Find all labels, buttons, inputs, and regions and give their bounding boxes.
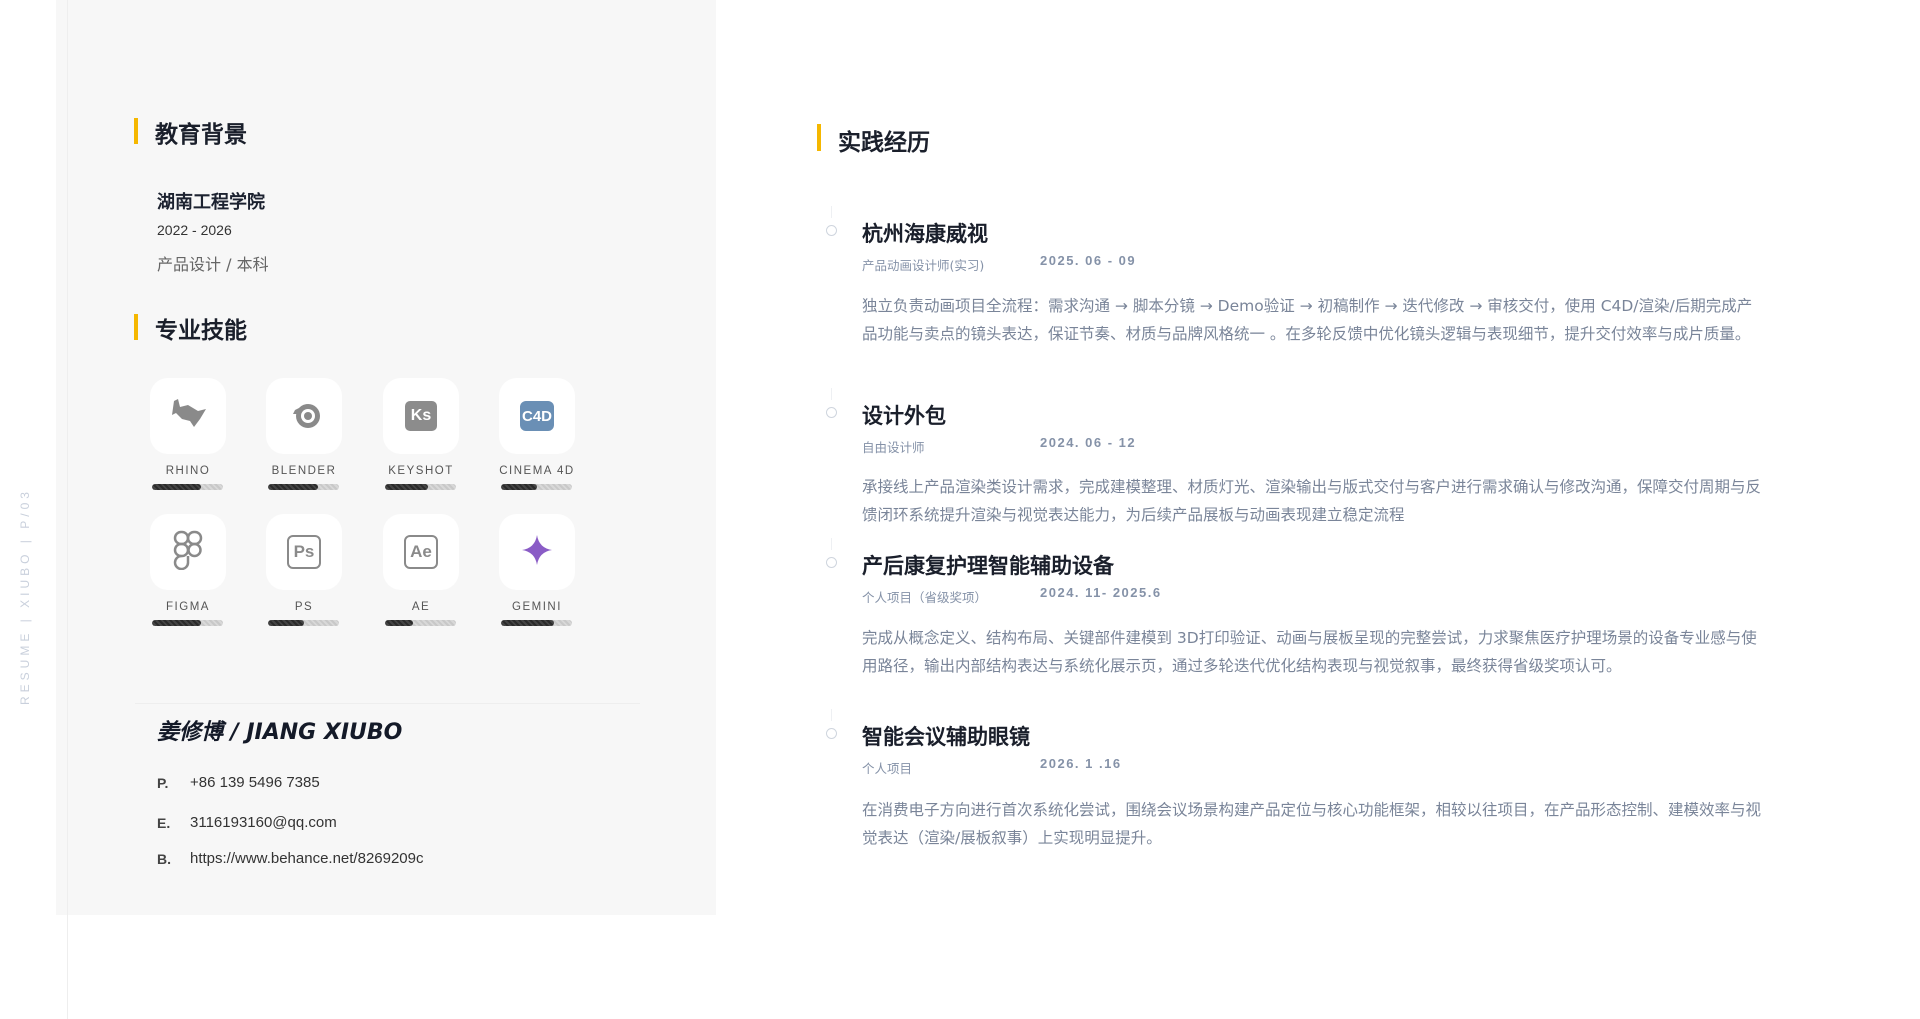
skill-level-bar — [385, 620, 456, 626]
skill-level-fill — [501, 620, 555, 626]
skill-label: FIGMA — [166, 601, 210, 613]
skill-level-bar — [152, 484, 223, 490]
experience-title: 设计外包 — [862, 404, 946, 428]
skill-level-bar — [501, 484, 572, 490]
experience-role: 自由设计师 — [862, 440, 925, 455]
side-label: RESUME | XIUBO | P/03 — [18, 488, 32, 705]
skill-level-bar — [268, 484, 339, 490]
experience-title: 产后康复护理智能辅助设备 — [862, 554, 1114, 578]
skills-heading: 专业技能 — [155, 318, 247, 344]
skill-level-fill — [385, 484, 428, 490]
skill-tile-keyshot: Ks — [383, 378, 459, 454]
experience-description: 完成从概念定义、结构布局、关键部件建模到 3D打印验证、动画与展板呈现的完整尝试… — [862, 629, 1757, 675]
contact-label: B. — [157, 851, 171, 867]
experience-role: 个人项目 — [862, 761, 913, 776]
skill-level-bar — [268, 620, 339, 626]
timeline-line — [831, 206, 832, 218]
heading-accent-bar — [134, 314, 138, 340]
page-edge-divider — [67, 0, 68, 1019]
experience-date: 2025. 06 - 09 — [1040, 253, 1137, 268]
experience-title: 杭州海康威视 — [862, 222, 988, 246]
timeline-line — [831, 388, 832, 400]
contact-value[interactable]: https://www.behance.net/8269209c — [190, 850, 424, 867]
timeline-dot-icon — [826, 557, 837, 568]
education-years: 2022 - 2026 — [157, 222, 232, 238]
skill-label: AE — [411, 601, 431, 613]
keyshot-icon: Ks — [405, 401, 437, 431]
experience-description: 承接线上产品渲染类设计需求，完成建模整理、材质灯光、渲染输出与版式交付与客户进行… — [862, 478, 1762, 524]
skill-level-fill — [385, 620, 414, 626]
skill-tile-ps: Ps — [266, 514, 342, 590]
rhino-icon — [168, 397, 208, 435]
experience-date: 2024. 11- 2025.6 — [1040, 585, 1162, 600]
education-heading: 教育背景 — [155, 122, 247, 148]
timeline-dot-icon — [826, 225, 837, 236]
experience-date: 2024. 06 - 12 — [1040, 435, 1137, 450]
person-name: 姜修博 / JIANG XIUBO — [157, 720, 403, 745]
school-name: 湖南工程学院 — [157, 192, 265, 213]
skill-level-bar — [385, 484, 456, 490]
figma-icon — [173, 530, 203, 574]
education-major: 产品设计 / 本科 — [157, 255, 269, 274]
skill-label: GEMINI — [512, 601, 562, 613]
after-effects-icon: Ae — [404, 535, 438, 569]
divider — [135, 703, 640, 704]
skill-level-fill — [152, 620, 201, 626]
contact-value: 3116193160@qq.com — [190, 814, 337, 831]
heading-accent-bar — [817, 124, 821, 151]
experience-date: 2026. 1 .16 — [1040, 756, 1122, 771]
skill-tile-cinema-4d: C4D — [499, 378, 575, 454]
skill-tile-blender — [266, 378, 342, 454]
photoshop-icon: Ps — [287, 535, 321, 569]
skill-tile-ae: Ae — [383, 514, 459, 590]
skill-level-fill — [268, 484, 318, 490]
skill-label: KEYSHOT — [388, 465, 454, 477]
skill-label: BLENDER — [271, 465, 337, 477]
gemini-icon — [521, 534, 553, 570]
skill-label: CINEMA 4D — [499, 465, 575, 477]
experience-description: 在消费电子方向进行首次系统化尝试，围绕会议场景构建产品定位与核心功能框架，相较以… — [862, 801, 1762, 847]
skill-tile-gemini — [499, 514, 575, 590]
experience-role: 产品动画设计师(实习) — [862, 258, 985, 273]
skill-label: RHINO — [165, 465, 211, 477]
skill-level-bar — [501, 620, 572, 626]
blender-icon — [283, 396, 325, 436]
heading-accent-bar — [134, 118, 138, 144]
contact-label: E. — [157, 815, 171, 831]
skill-level-fill — [268, 620, 304, 626]
skill-level-fill — [152, 484, 201, 490]
skill-tile-figma — [150, 514, 226, 590]
experience-description: 独立负责动画项目全流程：需求沟通 → 脚本分镜 → Demo验证 → 初稿制作 … — [862, 297, 1753, 343]
experience-title: 智能会议辅助眼镜 — [862, 725, 1030, 749]
skill-label: PS — [294, 601, 314, 613]
contact-value: +86 139 5496 7385 — [190, 774, 320, 791]
skill-tile-rhino — [150, 378, 226, 454]
experience-heading: 实践经历 — [838, 130, 930, 156]
timeline-line — [831, 709, 832, 721]
contact-label: P. — [157, 775, 169, 791]
timeline-dot-icon — [826, 728, 837, 739]
timeline-dot-icon — [826, 407, 837, 418]
skill-level-fill — [501, 484, 537, 490]
cinema4d-icon: C4D — [520, 401, 554, 431]
skill-level-bar — [152, 620, 223, 626]
experience-role: 个人项目（省级奖项） — [862, 590, 988, 605]
timeline-line — [831, 538, 832, 550]
